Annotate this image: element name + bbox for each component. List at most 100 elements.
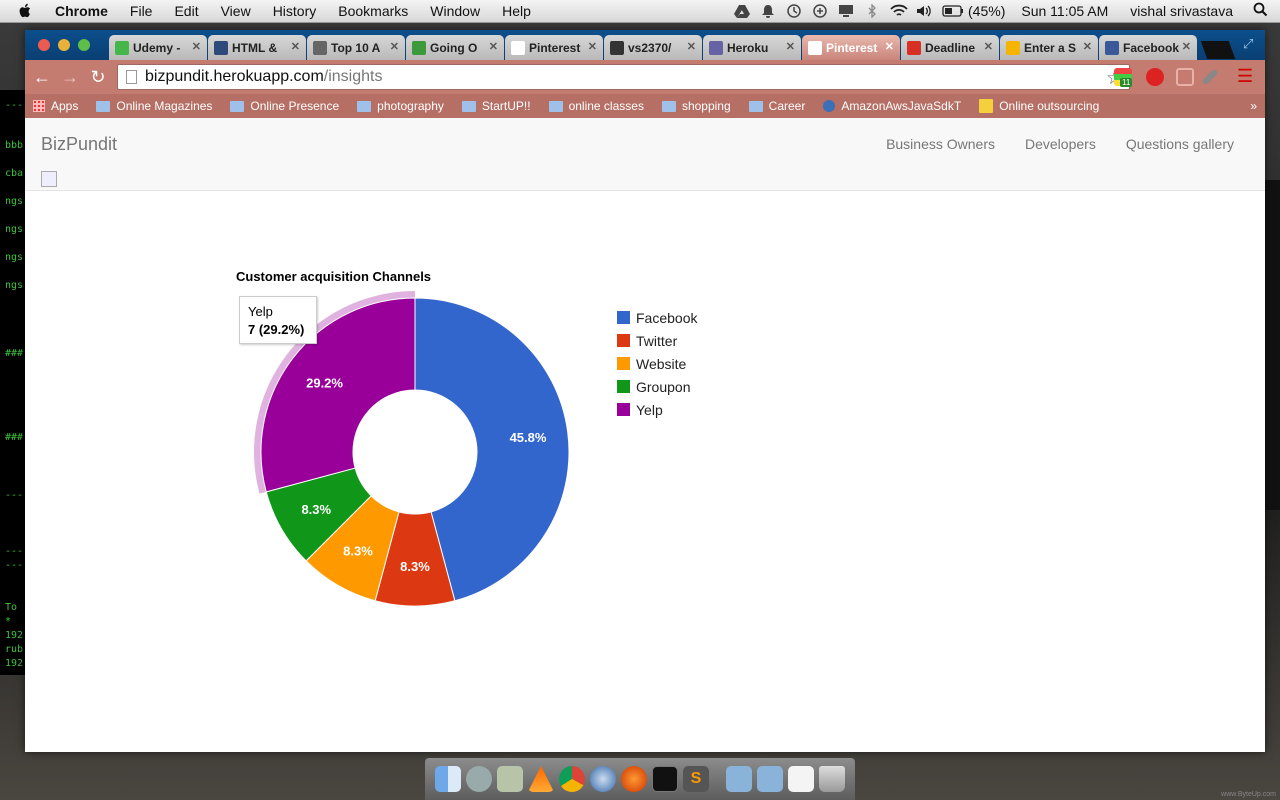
tab-9[interactable]: Enter a S ✕ xyxy=(1000,35,1098,60)
forward-arrow-icon[interactable]: → xyxy=(61,68,79,86)
menu-history[interactable]: History xyxy=(262,3,328,19)
tab-close-icon[interactable]: ✕ xyxy=(588,40,597,53)
tab-close-icon[interactable]: ✕ xyxy=(786,40,795,53)
bluetooth-icon[interactable] xyxy=(864,3,880,19)
chrome-icon[interactable] xyxy=(559,766,585,792)
tab-title: Udemy - xyxy=(133,40,181,55)
trash-icon[interactable] xyxy=(819,766,845,792)
tab-8[interactable]: Deadline ✕ xyxy=(901,35,999,60)
heroku-icon xyxy=(709,40,723,55)
bookmark-folder-shopping[interactable]: shopping xyxy=(661,99,731,113)
firefox-icon[interactable] xyxy=(621,766,647,792)
menu-app-chrome[interactable]: Chrome xyxy=(44,3,119,19)
menu-edit[interactable]: Edit xyxy=(163,3,209,19)
system-preferences-icon[interactable] xyxy=(497,766,523,792)
legend-label: Facebook xyxy=(636,309,698,326)
menu-bookmarks[interactable]: Bookmarks xyxy=(327,3,419,19)
fullscreen-icon[interactable]: ⤢ xyxy=(1243,36,1257,51)
legend-item-twitter[interactable]: Twitter xyxy=(617,329,697,352)
applications-folder-icon[interactable] xyxy=(726,766,752,792)
bookmark-online-outsourcing[interactable]: Online outsourcing xyxy=(979,99,1099,113)
apple-icon[interactable] xyxy=(16,2,34,20)
terminal-icon[interactable] xyxy=(652,766,678,792)
vlc-icon[interactable] xyxy=(528,766,554,792)
tab-close-icon[interactable]: ✕ xyxy=(984,40,993,53)
finder-icon[interactable] xyxy=(435,766,461,792)
documents-folder-icon[interactable] xyxy=(757,766,783,792)
legend-item-facebook[interactable]: Facebook xyxy=(617,306,697,329)
new-tab-button[interactable] xyxy=(1200,41,1236,59)
tab-6[interactable]: Heroku ✕ xyxy=(703,35,801,60)
notifications-bell-icon[interactable] xyxy=(760,4,776,18)
wifi-icon[interactable] xyxy=(890,4,908,18)
close-window-button[interactable] xyxy=(38,39,50,51)
sublime-text-icon[interactable]: S xyxy=(683,766,709,792)
address-bar[interactable]: bizpundit.herokuapp.com /insights ☆ xyxy=(117,64,1130,90)
bookmark-apps[interactable]: Apps xyxy=(33,99,78,113)
adblock-icon[interactable] xyxy=(1146,68,1164,86)
spotlight-search-icon[interactable] xyxy=(1253,2,1268,20)
legend-item-yelp[interactable]: Yelp xyxy=(617,398,697,421)
sync-icon[interactable] xyxy=(812,4,828,18)
nav-questions-gallery[interactable]: Questions gallery xyxy=(1126,136,1234,152)
bookmarks-overflow-icon[interactable]: » xyxy=(1250,99,1257,113)
display-icon[interactable] xyxy=(838,4,854,18)
bookmark-folder-photography[interactable]: photography xyxy=(357,99,444,113)
zoom-window-button[interactable] xyxy=(78,39,90,51)
menu-view[interactable]: View xyxy=(210,3,262,19)
bookmark-aws-sdk[interactable]: AmazonAwsJavaSdkT xyxy=(823,99,961,113)
nav-developers[interactable]: Developers xyxy=(1025,136,1096,152)
legend-item-website[interactable]: Website xyxy=(617,352,697,375)
nav-business-owners[interactable]: Business Owners xyxy=(886,136,995,152)
menu-file[interactable]: File xyxy=(119,3,164,19)
tab-2[interactable]: Top 10 A ✕ xyxy=(307,35,405,60)
tab-close-icon[interactable]: ✕ xyxy=(1182,40,1191,53)
tab-10[interactable]: Facebook ✕ xyxy=(1099,35,1197,60)
bookmark-label: StartUP!! xyxy=(481,99,531,113)
menu-window[interactable]: Window xyxy=(419,3,491,19)
chrome-menu-icon[interactable]: ☰ xyxy=(1237,67,1255,86)
cast-icon[interactable] xyxy=(1176,68,1194,86)
legend-swatch xyxy=(617,334,630,347)
tab-1[interactable]: HTML & ✕ xyxy=(208,35,306,60)
battery-icon[interactable] xyxy=(942,4,964,18)
eclipse-icon[interactable] xyxy=(590,766,616,792)
bookmark-folder-career[interactable]: Career xyxy=(748,99,805,113)
extension-stats-icon[interactable]: 11 xyxy=(1114,68,1133,87)
minimize-window-button[interactable] xyxy=(58,39,70,51)
bookmark-folder-online-classes[interactable]: online classes xyxy=(548,99,644,113)
bookmark-folder-startup[interactable]: StartUP!! xyxy=(461,99,531,113)
tab-close-icon[interactable]: ✕ xyxy=(489,40,498,53)
bookmark-folder-online-magazines[interactable]: Online Magazines xyxy=(96,99,212,113)
tab-close-icon[interactable]: ✕ xyxy=(192,40,201,53)
wrench-icon[interactable] xyxy=(1201,68,1219,86)
tab-3[interactable]: Going O ✕ xyxy=(406,35,504,60)
bookmark-label: photography xyxy=(377,99,444,113)
tab-close-icon[interactable]: ✕ xyxy=(291,40,300,53)
google-drive-icon[interactable] xyxy=(734,4,751,18)
tab-7[interactable]: Pinterest ✕ xyxy=(802,35,900,60)
time-machine-icon[interactable] xyxy=(786,4,802,18)
reload-icon[interactable]: ↻ xyxy=(89,68,107,86)
volume-icon[interactable] xyxy=(916,4,932,18)
legend-item-groupon[interactable]: Groupon xyxy=(617,375,697,398)
tab-0[interactable]: Udemy - ✕ xyxy=(109,35,207,60)
menu-help[interactable]: Help xyxy=(491,3,542,19)
menubar-user[interactable]: vishal srivastava xyxy=(1130,3,1233,19)
tab-close-icon[interactable]: ✕ xyxy=(390,40,399,53)
bookmark-folder-online-presence[interactable]: Online Presence xyxy=(230,99,339,113)
tab-4[interactable]: Pinterest ✕ xyxy=(505,35,603,60)
tab-close-icon[interactable]: ✕ xyxy=(687,40,696,53)
menubar-clock[interactable]: Sun 11:05 AM xyxy=(1021,3,1108,19)
launchpad-icon[interactable] xyxy=(466,766,492,792)
document-stack-icon[interactable] xyxy=(788,766,814,792)
bookmark-label: Online outsourcing xyxy=(999,99,1100,113)
calendar-icon xyxy=(412,40,426,55)
tooltip-value: 7 (29.2%) xyxy=(248,322,305,337)
tab-close-icon[interactable]: ✕ xyxy=(885,40,894,53)
donut-chart[interactable]: 45.8% 8.3% 8.3% 8.3% 29.2% xyxy=(25,190,625,752)
tab-5[interactable]: vs2370/ ✕ xyxy=(604,35,702,60)
site-brand[interactable]: BizPundit xyxy=(41,134,117,155)
tab-close-icon[interactable]: ✕ xyxy=(1083,40,1092,53)
back-arrow-icon[interactable]: ← xyxy=(33,68,51,86)
